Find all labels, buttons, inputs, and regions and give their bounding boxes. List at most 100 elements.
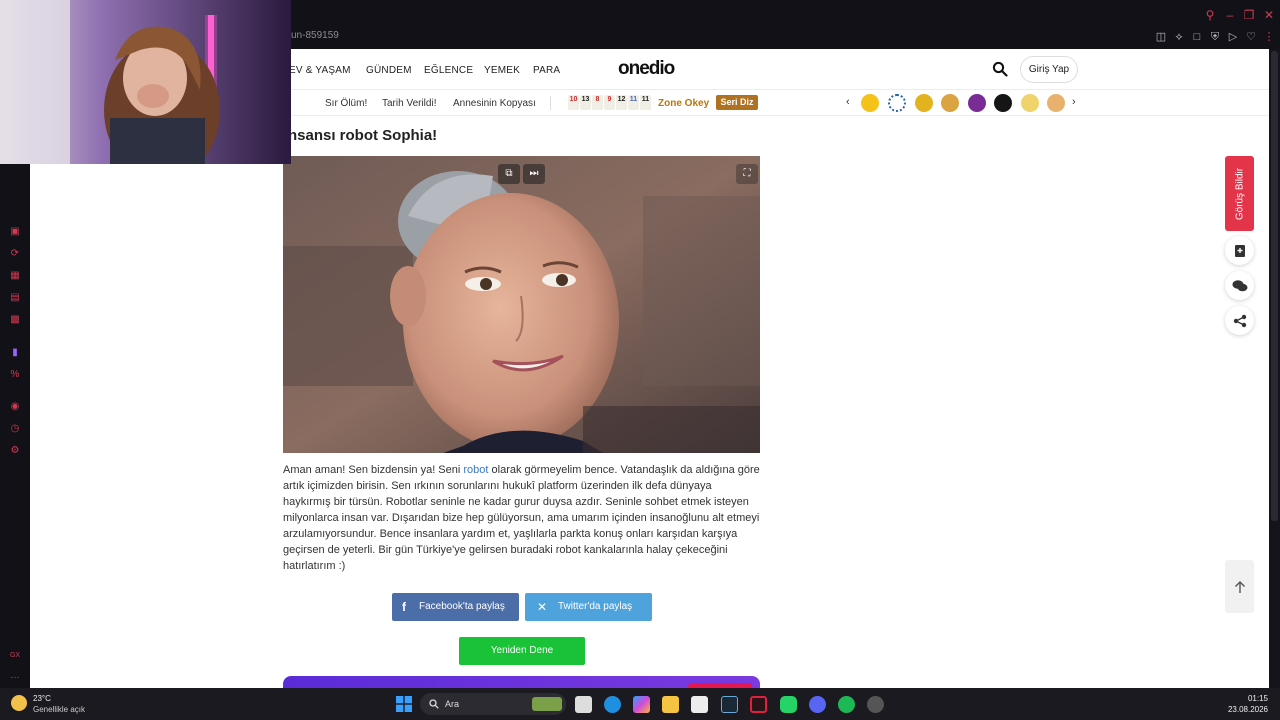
minimize-icon[interactable]: –: [1223, 8, 1237, 22]
close-icon[interactable]: ✕: [1262, 8, 1276, 22]
divider: [550, 96, 551, 110]
nav-item-eglence[interactable]: EĞLENCE: [424, 65, 473, 76]
opera-gx-icon[interactable]: [750, 696, 767, 713]
arrow-up-icon: [1234, 580, 1245, 593]
play-icon[interactable]: ▷: [1226, 30, 1240, 44]
taskbar: 23°C Genellikle açık Ara 01:15 23.08.202…: [0, 688, 1280, 720]
spotify-icon[interactable]: [838, 696, 855, 713]
twitter-share-button[interactable]: ✕ Twitter'da paylaş: [525, 593, 652, 621]
twitch-icon[interactable]: ▮: [8, 346, 22, 360]
okey-tile: 8: [592, 95, 603, 110]
monitor-icon[interactable]: ▤: [8, 291, 22, 305]
article-title: nsansı robot Sophia!: [288, 127, 438, 144]
copilot-icon[interactable]: [633, 696, 650, 713]
search-icon[interactable]: ⚲: [1203, 8, 1217, 22]
edge-icon[interactable]: [604, 696, 621, 713]
sidebar-toggle-icon[interactable]: ◫: [1154, 30, 1168, 44]
webcam-feed: [0, 0, 291, 164]
trending-item[interactable]: Sır Ölüm!: [325, 98, 367, 109]
scrollbar-thumb[interactable]: [1271, 51, 1278, 521]
trending-item[interactable]: Annesinin Kopyası: [453, 98, 536, 109]
nav-item-ev-yasam[interactable]: EV & YAŞAM: [289, 65, 351, 76]
taskbar-search[interactable]: Ara: [420, 693, 566, 715]
article-video[interactable]: ⧉ ⏭ ⛶: [283, 156, 760, 453]
clock-date[interactable]: 23.08.2026: [1226, 705, 1268, 714]
bookmark-icon: [1234, 244, 1245, 257]
robot-link[interactable]: robot: [463, 464, 488, 476]
start-icon[interactable]: [396, 696, 412, 712]
task-view-icon[interactable]: [575, 696, 592, 713]
login-button[interactable]: Giriş Yap: [1020, 56, 1078, 83]
screen: un-859159 ⚲ – ❐ ✕ ◫ ⟡ □ ⛨ ▷ ♡ ⋮ ▣ ⟳ ▦ ▤ …: [0, 0, 1280, 720]
bookmark-button[interactable]: [1225, 236, 1254, 265]
okey-tile: 11: [628, 95, 639, 110]
bomb-game-icon[interactable]: [994, 94, 1012, 112]
store-icon[interactable]: [691, 696, 708, 713]
whatsapp-icon[interactable]: [780, 696, 797, 713]
puzzle-game-icon[interactable]: [888, 94, 906, 112]
record-icon[interactable]: ◉: [8, 400, 22, 414]
share-icon: [1233, 314, 1246, 327]
feedback-button[interactable]: Görüş Bildir: [1225, 156, 1254, 231]
menu-icon[interactable]: ⋮: [1262, 30, 1276, 44]
twitter-share-label: Twitter'da paylaş: [558, 601, 633, 612]
share-button[interactable]: [1225, 306, 1254, 335]
scroll-to-top-button[interactable]: [1225, 560, 1254, 613]
refresh-icon[interactable]: ⟳: [8, 247, 22, 261]
coin-game-icon[interactable]: [941, 94, 959, 112]
chevron-right-icon[interactable]: ›: [1072, 96, 1076, 108]
word-game-icon[interactable]: [915, 94, 933, 112]
snapshot-icon[interactable]: □: [1190, 30, 1204, 44]
video-icon[interactable]: ▣: [8, 225, 22, 239]
percent-icon[interactable]: %: [8, 368, 22, 382]
glasses-game-icon[interactable]: [1021, 94, 1039, 112]
trending-item[interactable]: Tarih Verildi!: [382, 98, 436, 109]
pop-game-icon[interactable]: [968, 94, 986, 112]
settings-app-icon[interactable]: [867, 696, 884, 713]
pin-icon[interactable]: ⟡: [1172, 30, 1186, 44]
taskbar-search-placeholder: Ara: [445, 699, 460, 709]
zone-okey-label[interactable]: Zone Okey: [658, 98, 709, 109]
nav-item-gundem[interactable]: GÜNDEM: [366, 65, 412, 76]
quiz-game-icon[interactable]: [861, 94, 879, 112]
shield-icon[interactable]: ⛨: [1208, 30, 1222, 44]
file-explorer-icon[interactable]: [662, 696, 679, 713]
gx-logo-icon[interactable]: GX: [8, 649, 22, 663]
chevron-left-icon[interactable]: ‹: [846, 96, 850, 108]
discord-icon[interactable]: [809, 696, 826, 713]
seri-diz-badge[interactable]: Seri Diz: [716, 95, 758, 110]
comments-button[interactable]: [1225, 271, 1254, 300]
history-icon[interactable]: ◷: [8, 422, 22, 436]
nav-item-para[interactable]: PARA: [533, 65, 560, 76]
okey-tile: 12: [616, 95, 627, 110]
brain-game-icon[interactable]: [1047, 94, 1065, 112]
search-icon[interactable]: [992, 61, 1008, 77]
more-icon[interactable]: …: [8, 669, 22, 683]
page-scrollbar[interactable]: [1269, 49, 1280, 688]
article-paragraph: Aman aman! Sen bizdensin ya! Seni robot …: [283, 462, 761, 574]
okey-tile: 11: [640, 95, 651, 110]
picture-in-picture-icon[interactable]: ⧉: [498, 164, 520, 184]
skip-icon[interactable]: ⏭: [523, 164, 545, 184]
address-bar-url[interactable]: un-859159: [291, 30, 339, 41]
okey-tile: 13: [580, 95, 591, 110]
steam-icon[interactable]: [721, 696, 738, 713]
maximize-icon[interactable]: ❐: [1242, 8, 1256, 22]
weather-icon[interactable]: [11, 695, 27, 711]
search-icon: [429, 699, 439, 709]
weather-temperature[interactable]: 23°C: [33, 694, 51, 703]
heart-icon[interactable]: ♡: [1244, 30, 1258, 44]
clock-time[interactable]: 01:15: [1242, 694, 1268, 703]
facebook-icon: f: [402, 600, 406, 614]
video-frame: [283, 156, 760, 453]
weather-description[interactable]: Genellikle açık: [33, 705, 85, 714]
site-logo[interactable]: onedio: [618, 58, 675, 80]
nav-item-yemek[interactable]: YEMEK: [484, 65, 520, 76]
news-icon[interactable]: ▩: [8, 313, 22, 327]
settings-icon[interactable]: ⚙: [8, 444, 22, 458]
webcam-overlay: [0, 0, 291, 164]
facebook-share-button[interactable]: f Facebook'ta paylaş: [392, 593, 519, 621]
retry-button[interactable]: Yeniden Dene: [459, 637, 585, 665]
fullscreen-icon[interactable]: ⛶: [736, 164, 758, 184]
bag-icon[interactable]: ▦: [8, 269, 22, 283]
